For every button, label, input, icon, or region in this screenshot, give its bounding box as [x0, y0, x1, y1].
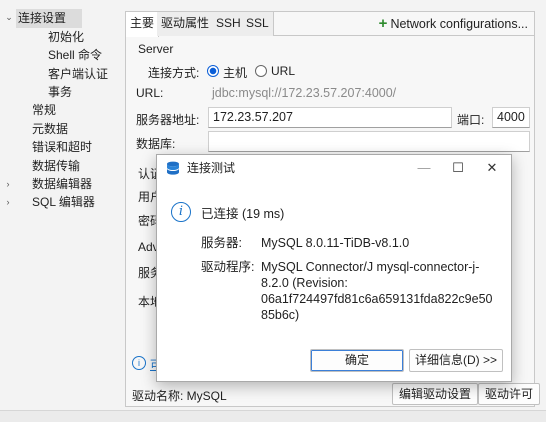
server-label: 服务器:: [201, 236, 242, 250]
nav-item-label: 事务: [48, 85, 73, 99]
network-configurations-label: Network configurations...: [390, 17, 528, 31]
nav-item-transactions[interactable]: 事务: [48, 83, 72, 102]
server-version-value: MySQL 8.0.11-TiDB-v8.1.0: [261, 236, 410, 250]
nav-item-label: SQL 编辑器: [32, 195, 95, 209]
port-label: 端口:: [457, 113, 485, 127]
nav-item-label: 元数据: [32, 122, 69, 136]
database-input[interactable]: [208, 131, 530, 152]
nav-item-label: Shell 命令: [48, 48, 103, 62]
tab-ssl[interactable]: SSL: [242, 12, 274, 36]
connection-test-dialog: 连接测试 — ☐ ✕ i 已连接 (19 ms) 服务器: MySQL 8.0.…: [156, 154, 512, 382]
minimize-icon[interactable]: —: [407, 155, 441, 181]
nav-item-label: 错误和超时: [32, 140, 93, 154]
url-field: jdbc:mysql://172.23.57.207:4000/: [212, 86, 397, 100]
server-group-label: Server: [138, 42, 174, 56]
port-input[interactable]: 4000: [492, 107, 530, 128]
tab-driver-properties[interactable]: 驱动属性: [157, 12, 215, 36]
host-label: 服务器地址:: [136, 113, 200, 127]
radio-url[interactable]: [255, 65, 267, 77]
driver-label: 驱动程序:: [201, 260, 255, 274]
nav-item-metadata[interactable]: 元数据: [32, 120, 68, 139]
radio-url-label: URL: [271, 64, 296, 78]
nav-item-label: 客户端认证: [48, 67, 109, 81]
plus-icon: +: [378, 15, 388, 32]
nav-item-label: 初始化: [48, 30, 85, 44]
dialog-title: 连接测试: [187, 161, 236, 175]
nav-item-init[interactable]: 初始化: [48, 28, 84, 47]
tab-label: 主要: [130, 16, 155, 30]
connection-status-text: 已连接 (19 ms): [201, 207, 285, 221]
nav-item-label: 连接设置: [18, 11, 67, 25]
settings-nav-tree: ⌄ 连接设置 初始化 Shell 命令 客户端认证 事务 常规 元数据 错误和超…: [0, 0, 122, 410]
host-input[interactable]: 172.23.57.207: [208, 107, 452, 128]
ok-button[interactable]: 确定: [310, 349, 404, 372]
driver-info-value: MySQL Connector/J mysql-connector-j- 8.2…: [261, 259, 506, 323]
connect-method-label: 连接方式:: [148, 66, 200, 80]
tab-main[interactable]: 主要: [126, 12, 160, 37]
driver-license-button[interactable]: 驱动许可: [478, 383, 541, 405]
tab-ssh[interactable]: SSH: [212, 12, 246, 36]
nav-item-client-auth[interactable]: 客户端认证: [48, 65, 108, 84]
nav-item-label: 数据传输: [32, 159, 81, 173]
network-configurations-button[interactable]: + Network configurations...: [379, 12, 528, 36]
chevron-down-icon[interactable]: ⌄: [3, 8, 15, 27]
info-icon: i: [171, 202, 191, 222]
nav-item-errors-timeouts[interactable]: 错误和超时: [32, 138, 92, 157]
driver-name-label: 驱动名称: MySQL: [132, 389, 227, 403]
nav-item-data-editor[interactable]: 数据编辑器: [32, 175, 92, 194]
tab-label: SSL: [246, 16, 269, 30]
nav-item-label: 常规: [32, 103, 57, 117]
radio-host[interactable]: [207, 65, 219, 77]
bottom-strip: [0, 410, 546, 422]
radio-host-label: 主机: [223, 66, 248, 80]
info-icon: i: [132, 356, 146, 370]
settings-tab-bar: 主要 驱动属性 SSH SSL + Network configurations.…: [126, 12, 534, 37]
dialog-title-bar[interactable]: 连接测试 — ☐ ✕: [157, 155, 511, 181]
url-label: URL:: [136, 86, 164, 100]
nav-item-label: 数据编辑器: [32, 177, 93, 191]
nav-item-connection-settings[interactable]: 连接设置: [16, 9, 82, 28]
nav-item-shell-commands[interactable]: Shell 命令: [48, 46, 102, 65]
close-icon[interactable]: ✕: [475, 155, 509, 181]
database-label: 数据库:: [136, 137, 176, 151]
tab-label: 驱动属性: [161, 16, 210, 30]
driver-info-line: MySQL Connector/J mysql-connector-j-: [261, 260, 480, 274]
details-button[interactable]: 详细信息(D) >>: [409, 349, 503, 372]
driver-info-line: 8.2.0 (Revision:: [261, 276, 348, 290]
driver-info-line: 85b6c): [261, 308, 300, 322]
edit-driver-settings-button[interactable]: 编辑驱动设置: [392, 383, 479, 405]
chevron-right-icon[interactable]: ›: [2, 193, 14, 212]
chevron-right-icon[interactable]: ›: [2, 175, 14, 194]
nav-item-general[interactable]: 常规: [32, 101, 56, 120]
nav-item-sql-editor[interactable]: SQL 编辑器: [32, 193, 95, 212]
tab-label: SSH: [216, 16, 241, 30]
maximize-icon[interactable]: ☐: [441, 155, 475, 181]
driver-info-line: 06a1f724497fd81c6a659131fda822c9e50: [261, 292, 493, 306]
nav-item-data-transfer[interactable]: 数据传输: [32, 157, 80, 176]
database-icon: [167, 161, 179, 175]
